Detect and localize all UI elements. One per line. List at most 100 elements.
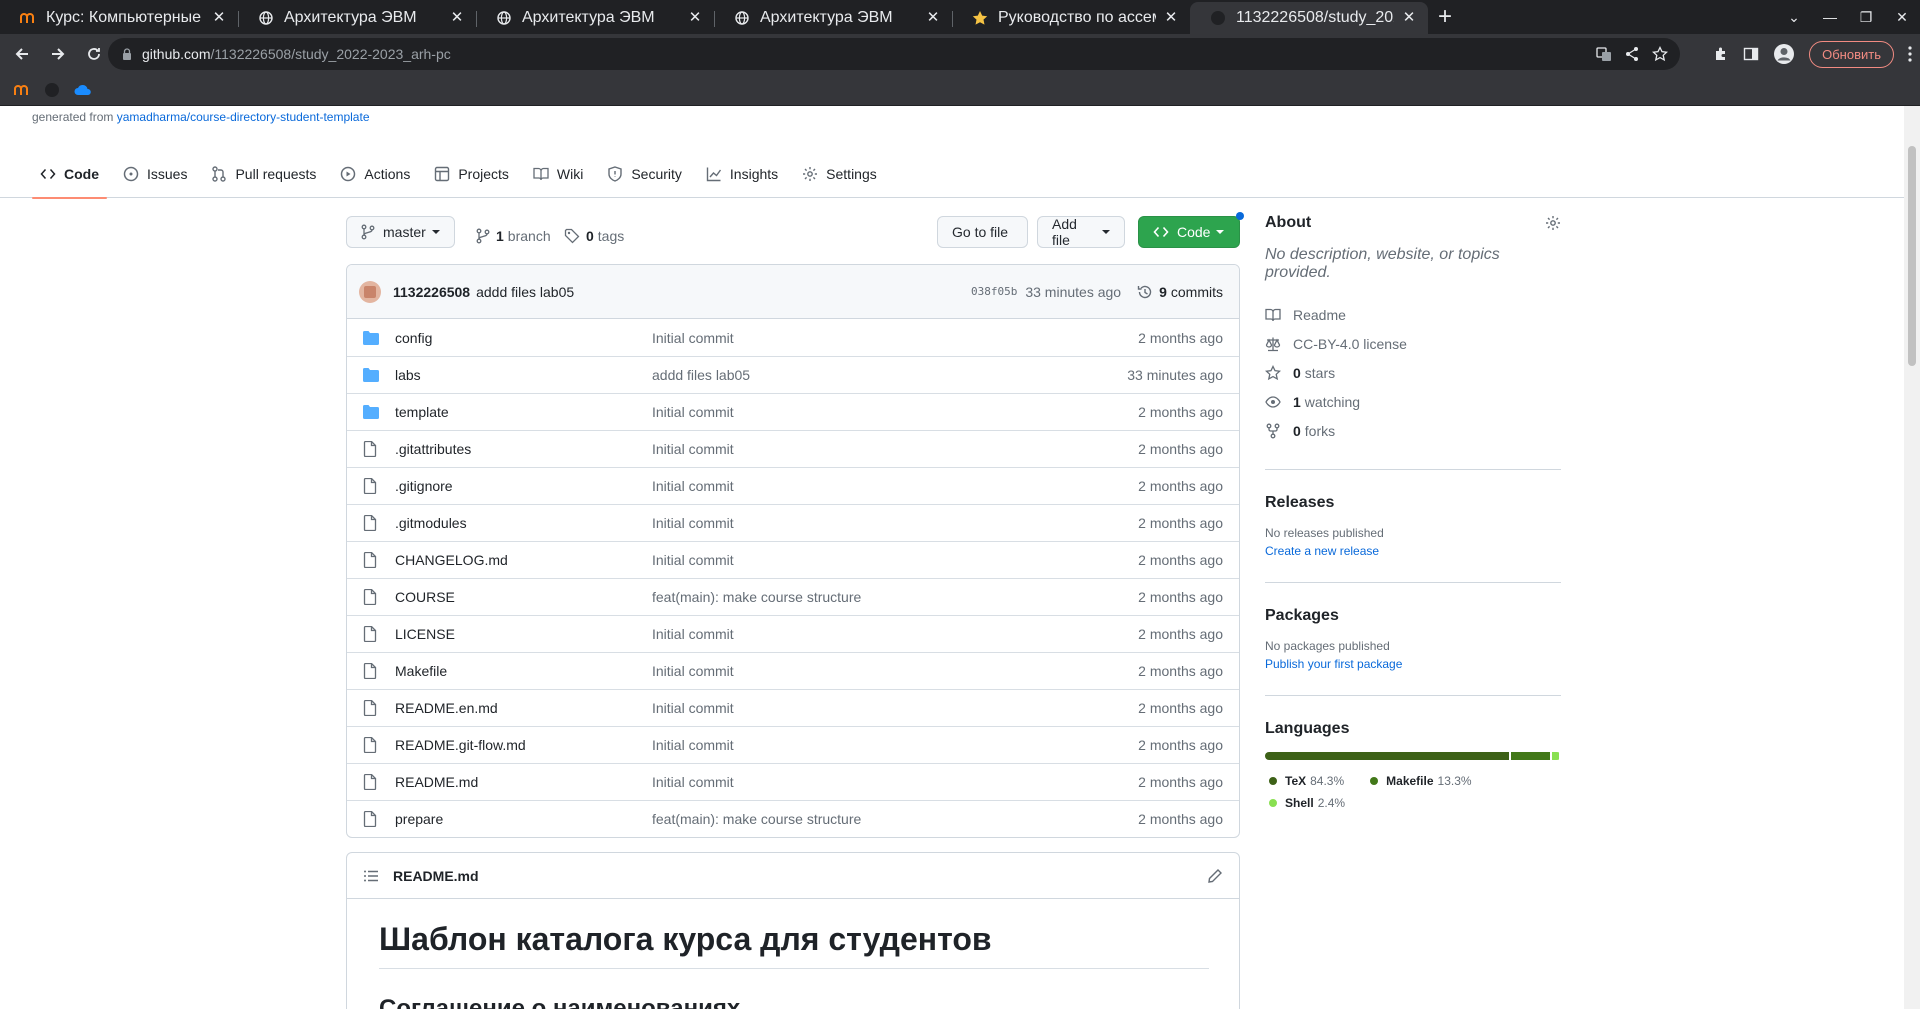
stars-link[interactable]: 0 stars	[1265, 358, 1561, 387]
side-panel-icon[interactable]	[1743, 46, 1759, 62]
language-item[interactable]: Makefile 13.3%	[1366, 770, 1472, 792]
pencil-icon[interactable]	[1207, 868, 1223, 884]
tab-code[interactable]: Code	[32, 150, 107, 199]
table-row[interactable]: LICENSE Initial commit 2 months ago	[347, 615, 1239, 652]
lock-icon[interactable]	[122, 48, 132, 60]
table-row[interactable]: README.git-flow.md Initial commit 2 months…	[347, 726, 1239, 763]
browser-tab[interactable]: Архитектура ЭВМ ✕	[714, 2, 952, 34]
github-bookmark-icon[interactable]	[44, 82, 60, 98]
cloud-bookmark-icon[interactable]	[74, 84, 92, 96]
close-icon[interactable]: ✕	[448, 9, 466, 27]
file-name-link[interactable]: labs	[395, 367, 652, 383]
watching-link[interactable]: 1 watching	[1265, 387, 1561, 416]
file-commit-message-link[interactable]: feat(main): make course structure	[652, 589, 1138, 605]
table-row[interactable]: .gitignore Initial commit 2 months ago	[347, 467, 1239, 504]
file-name-link[interactable]: .gitattributes	[395, 441, 652, 457]
close-icon[interactable]: ✕	[686, 9, 704, 27]
translate-icon[interactable]	[1596, 46, 1612, 62]
table-row[interactable]: COURSE feat(main): make course structure 2…	[347, 578, 1239, 615]
publish-package-link[interactable]: Publish your first package	[1265, 657, 1561, 671]
table-row[interactable]: .gitattributes Initial commit 2 months ago	[347, 430, 1239, 467]
branches-link[interactable]: 1 branch	[476, 220, 551, 252]
file-commit-message-link[interactable]: Initial commit	[652, 330, 1138, 346]
file-name-link[interactable]: prepare	[395, 811, 652, 827]
table-row[interactable]: README.en.md Initial commit 2 months ago	[347, 689, 1239, 726]
table-row[interactable]: labs addd files lab05 33 minutes ago	[347, 356, 1239, 393]
page-scrollbar[interactable]	[1904, 106, 1920, 1009]
file-commit-message-link[interactable]: Initial commit	[652, 700, 1138, 716]
file-commit-message-link[interactable]: Initial commit	[652, 737, 1138, 753]
forks-link[interactable]: 0 forks	[1265, 416, 1561, 445]
file-commit-message-link[interactable]: Initial commit	[652, 404, 1138, 420]
file-name-link[interactable]: COURSE	[395, 589, 652, 605]
browser-tab-active[interactable]: 1132226508/study_2022-2 ✕	[1190, 2, 1428, 34]
address-bar[interactable]: github.com/1132226508/study_2022-2023_ar…	[108, 38, 1680, 70]
file-name-link[interactable]: Makefile	[395, 663, 652, 679]
close-window-icon[interactable]: ✕	[1884, 9, 1920, 26]
forward-icon[interactable]	[40, 36, 76, 72]
add-file-button[interactable]: Add file	[1037, 216, 1125, 248]
bookmark-star-icon[interactable]	[1652, 46, 1668, 62]
commit-sha[interactable]: 038f05b	[971, 285, 1017, 298]
avatar[interactable]	[359, 280, 381, 303]
extensions-icon[interactable]	[1713, 46, 1729, 62]
profile-avatar-icon[interactable]	[1773, 43, 1795, 65]
close-icon[interactable]: ✕	[1400, 9, 1418, 27]
file-commit-message-link[interactable]: Initial commit	[652, 515, 1138, 531]
file-commit-message-link[interactable]: Initial commit	[652, 626, 1138, 642]
table-row[interactable]: CHANGELOG.md Initial commit 2 months ago	[347, 541, 1239, 578]
restore-icon[interactable]: ❐	[1848, 9, 1884, 26]
file-name-link[interactable]: config	[395, 330, 652, 346]
table-row[interactable]: .gitmodules Initial commit 2 months ago	[347, 504, 1239, 541]
branch-select-button[interactable]: master	[346, 216, 455, 248]
readme-filename[interactable]: README.md	[393, 868, 479, 884]
releases-title[interactable]: Releases	[1265, 494, 1561, 512]
commits-link[interactable]: 9 commits	[1137, 284, 1223, 300]
file-name-link[interactable]: .gitmodules	[395, 515, 652, 531]
file-commit-message-link[interactable]: Initial commit	[652, 663, 1138, 679]
file-commit-message-link[interactable]: addd files lab05	[652, 367, 1127, 383]
tab-projects[interactable]: Projects	[426, 150, 517, 198]
table-row[interactable]: README.md Initial commit 2 months ago	[347, 763, 1239, 800]
table-row[interactable]: Makefile Initial commit 2 months ago	[347, 652, 1239, 689]
close-icon[interactable]: ✕	[1162, 9, 1180, 27]
packages-title[interactable]: Packages	[1265, 607, 1561, 625]
code-clone-button[interactable]: Code	[1138, 216, 1240, 248]
browser-tab[interactable]: Архитектура ЭВМ ✕	[238, 2, 476, 34]
close-icon[interactable]: ✕	[924, 9, 942, 27]
tab-pull-requests[interactable]: Pull requests	[203, 150, 324, 198]
file-name-link[interactable]: README.md	[395, 774, 652, 790]
license-link[interactable]: CC-BY-4.0 license	[1265, 329, 1561, 358]
readme-link[interactable]: Readme	[1265, 300, 1561, 329]
browser-tab[interactable]: Курс: Компьютерные на ✕	[0, 2, 238, 34]
file-name-link[interactable]: .gitignore	[395, 478, 652, 494]
browser-tab[interactable]: Руководство по ассембле ✕	[952, 2, 1190, 34]
tab-wiki[interactable]: Wiki	[525, 150, 591, 198]
table-row[interactable]: prepare feat(main): make course structure…	[347, 800, 1239, 837]
tags-link[interactable]: 0 tags	[564, 220, 624, 252]
share-icon[interactable]	[1624, 46, 1640, 62]
minimize-icon[interactable]: —	[1812, 9, 1848, 25]
create-release-link[interactable]: Create a new release	[1265, 544, 1561, 558]
file-name-link[interactable]: README.git-flow.md	[395, 737, 652, 753]
tab-issues[interactable]: Issues	[115, 150, 195, 198]
file-name-link[interactable]: template	[395, 404, 652, 420]
commit-message[interactable]: addd files lab05	[476, 284, 574, 300]
file-commit-message-link[interactable]: feat(main): make course structure	[652, 811, 1138, 827]
new-tab-button[interactable]: +	[1428, 2, 1462, 34]
file-name-link[interactable]: LICENSE	[395, 626, 652, 642]
update-browser-button[interactable]: Обновить	[1809, 40, 1894, 68]
moodle-bookmark-icon[interactable]	[14, 84, 30, 96]
file-commit-message-link[interactable]: Initial commit	[652, 441, 1138, 457]
reload-icon[interactable]	[76, 36, 112, 72]
browser-tab[interactable]: Архитектура ЭВМ ✕	[476, 2, 714, 34]
language-item[interactable]: TeX 84.3%	[1265, 770, 1344, 792]
language-item[interactable]: Shell 2.4%	[1265, 792, 1345, 814]
table-row[interactable]: template Initial commit 2 months ago	[347, 393, 1239, 430]
tab-insights[interactable]: Insights	[698, 150, 786, 198]
more-menu-icon[interactable]	[1908, 46, 1912, 62]
tab-security[interactable]: Security	[599, 150, 690, 198]
chevron-down-icon[interactable]: ⌄	[1776, 9, 1812, 26]
table-row[interactable]: config Initial commit 2 months ago	[347, 319, 1239, 356]
commit-author[interactable]: 1132226508	[393, 284, 470, 300]
